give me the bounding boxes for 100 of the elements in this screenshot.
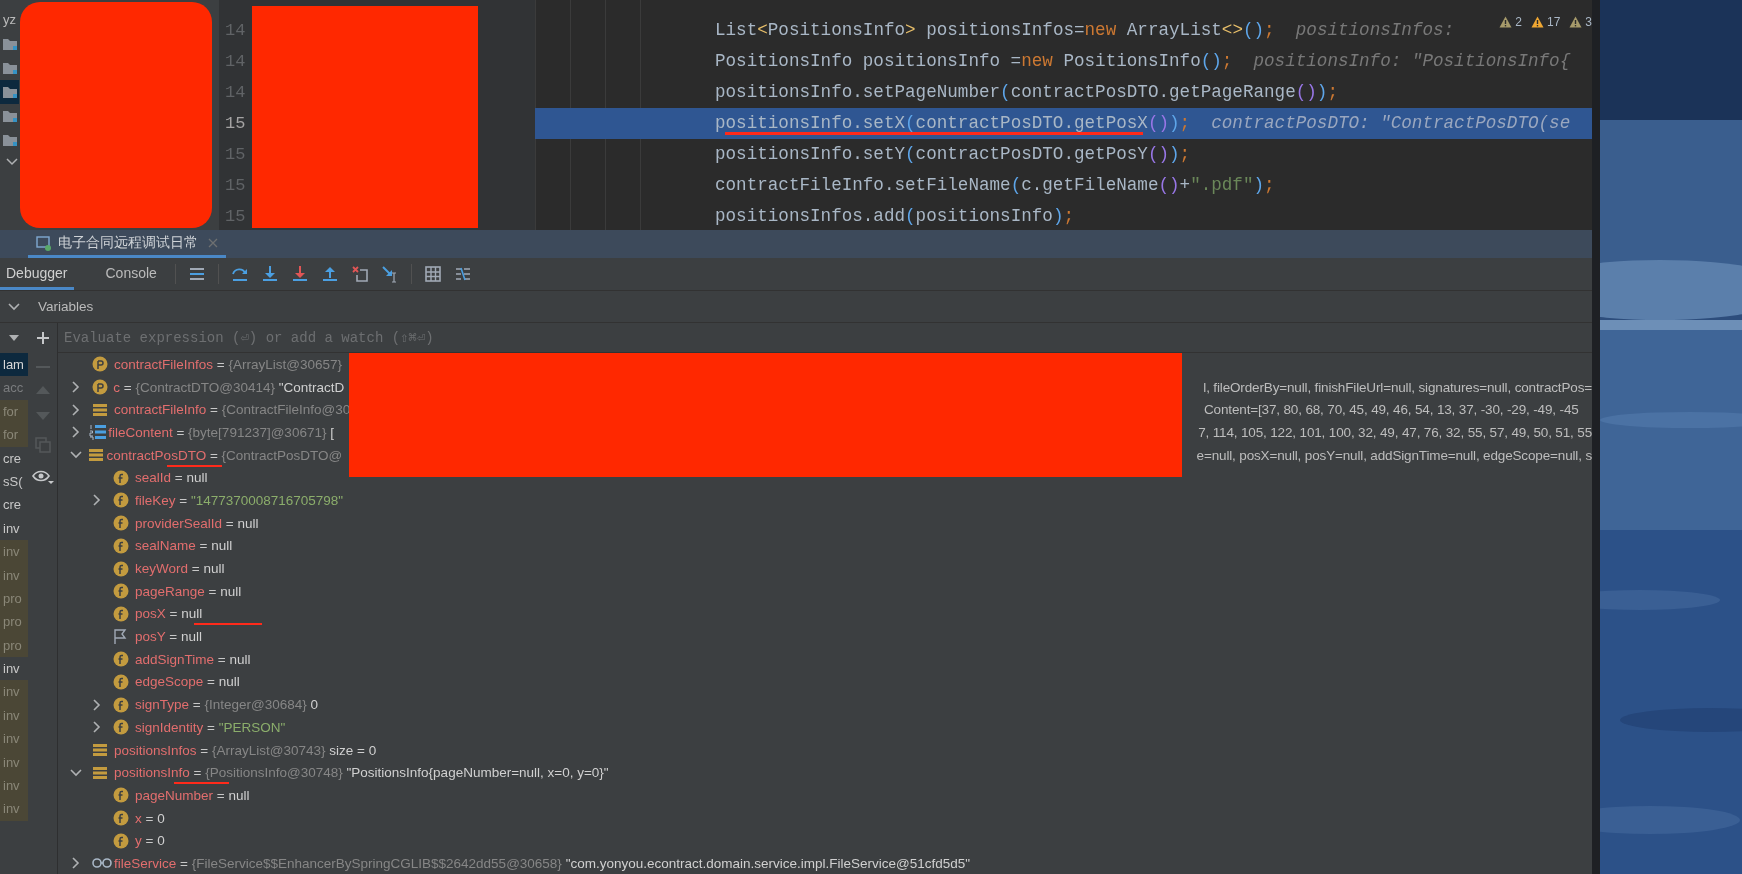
stack-frame[interactable]: lam (0, 353, 28, 377)
variable-entry[interactable]: sealId = null (135, 470, 208, 486)
list-icon[interactable] (187, 265, 206, 283)
variable-entry[interactable]: sealName = null (135, 538, 233, 554)
step-over-icon[interactable] (230, 265, 249, 283)
variable-entry[interactable]: positionsInfo = {PositionsInfo@30748} "PositionsInfo{pageNumber=null, x=0, y=0}" (114, 765, 609, 781)
chevron-right-icon[interactable] (91, 698, 103, 711)
field-icon (113, 469, 129, 486)
variable-entry[interactable]: pageRange = null (135, 583, 242, 599)
step-into-icon[interactable] (290, 265, 309, 283)
variable-entry[interactable]: edgeScope = null (135, 674, 240, 690)
glasses-icon (92, 857, 112, 870)
variable-entry[interactable]: posY = null (135, 629, 202, 645)
code-text: positionsInfo.setY(contractPosDTO.getPosY()); (715, 143, 1191, 166)
variable-entry[interactable]: keyWord = null (135, 561, 225, 577)
field-icon (113, 651, 129, 668)
tree-node-label[interactable]: yz (3, 12, 16, 27)
field-icon (113, 537, 129, 554)
step-out-icon[interactable] (320, 265, 339, 283)
trace-icon[interactable] (453, 265, 472, 283)
stack-icon (92, 765, 108, 780)
flag-icon (113, 628, 127, 645)
code-text: List<PositionsInfo> positionsInfos=new ArrayList<>(); (715, 19, 1275, 42)
folder-icon (3, 134, 17, 146)
stack-icon (92, 402, 108, 417)
field-icon (113, 810, 129, 827)
folder-icon (3, 110, 17, 122)
variable-entry[interactable]: contractFileInfo = {ContractFileInfo@30 (114, 402, 351, 418)
chevron-down-icon[interactable] (70, 766, 82, 779)
variable-entry[interactable]: addSignTime = null (135, 651, 251, 667)
chevron-right-icon[interactable] (91, 494, 103, 507)
variable-entry[interactable]: fileContent = {byte[791237]@30671} [ (108, 424, 334, 440)
field-icon (113, 492, 129, 509)
variable-entry[interactable]: y = 0 (135, 833, 165, 849)
variable-entry[interactable]: signIdentity = "PERSON" (135, 719, 286, 735)
stack-frame[interactable]: cre (0, 446, 28, 470)
dropdown-triangle-icon[interactable] (9, 335, 19, 341)
folder-icon (3, 38, 17, 50)
field-icon (113, 696, 129, 713)
variable-entry[interactable]: pageNumber = null (135, 787, 250, 803)
field-icon (113, 719, 129, 736)
parameter-icon (91, 379, 108, 396)
variable-value: e=null, posX=null, posY=null, addSignTime=null, edgeScope=null, s (1196, 447, 1592, 463)
panel-title: Variables (38, 299, 94, 314)
variable-entry[interactable]: positionsInfos = {ArrayList@30743} size = 0 (114, 742, 377, 758)
code-text: PositionsInfo positionsInfo =new PositionsInfo(); (715, 50, 1233, 73)
field-icon (113, 515, 129, 532)
variable-entry[interactable]: posX = null (135, 606, 203, 622)
variable-entry[interactable]: providerSealId = null (135, 515, 259, 531)
chevron-right-icon[interactable] (70, 403, 82, 416)
variable-entry[interactable]: signType = {Integer@30684} 0 (135, 697, 318, 713)
tree-row[interactable] (0, 80, 19, 104)
warning-count: 3 (1585, 15, 1592, 29)
variable-entry[interactable]: fileService = {FileService$$EnhancerBySpringCGLIB$$2642dd55@30658} "com.yonyou.econtract.domain.service.impl.FileService@51cfd5d5" (114, 855, 971, 871)
eye-icon[interactable] (31, 469, 54, 485)
variable-entry[interactable]: contractPosDTO = {ContractPosDTO@ (106, 447, 343, 463)
step-into-icon[interactable] (260, 265, 279, 283)
stack-frame[interactable]: cre (0, 493, 28, 517)
field-icon (113, 832, 129, 849)
field-icon (113, 583, 129, 600)
debugger-tab[interactable]: Console (99, 258, 163, 290)
code-text: positionsInfo.setPageNumber(contractPosDTO.getPageRange()); (715, 81, 1338, 104)
variable-entry[interactable]: contractFileInfos = {ArrayList@30657} (114, 356, 342, 372)
stack-frame[interactable]: inv (0, 516, 28, 541)
variable-entry[interactable]: c = {ContractDTO@30414} "ContractD (113, 379, 345, 395)
chevron-right-icon[interactable] (91, 721, 103, 734)
code-text: contractFileInfo.setFileName(c.getFileName()+".pdf"); (715, 174, 1275, 197)
variable-value: Content=[37, 80, 68, 70, 45, 49, 46, 54, 13, 37, -30, -29, -49, -45 (1204, 402, 1579, 418)
parameter-icon (92, 356, 108, 373)
debugger-tab[interactable]: Debugger (0, 258, 74, 290)
field-icon (113, 673, 129, 690)
field-icon (113, 605, 129, 622)
folder-icon (3, 62, 17, 74)
field-icon (113, 787, 129, 804)
calculator-icon[interactable] (423, 265, 442, 283)
run-to-cursor-icon[interactable] (380, 265, 399, 283)
code-text: positionsInfo.setX(contractPosDTO.getPosX()); (715, 112, 1191, 137)
chevron-down-icon[interactable] (8, 300, 20, 313)
variable-entry[interactable]: x = 0 (135, 810, 165, 826)
variable-entry[interactable]: fileKey = "1477370008716705798" (135, 492, 344, 508)
warning-count: 2 (1515, 15, 1522, 29)
inline-value-hint: contractPosDTO: "ContractPosDTO(se (1211, 112, 1571, 135)
chevron-down-icon (6, 158, 18, 166)
line-number: 15 (225, 113, 247, 135)
variable-value: l, fileOrderBy=null, finishFileUrl=null, signatures=null, contractPos= (1203, 379, 1592, 395)
inline-value-hint: positionsInfos: (1295, 19, 1455, 42)
drop-frame-icon[interactable] (350, 265, 369, 283)
config-icon (36, 234, 52, 251)
add-icon[interactable] (36, 332, 49, 344)
inline-value-hint: positionsInfo: "PositionsInfo{ (1253, 50, 1571, 73)
warning-count: 17 (1546, 15, 1561, 29)
chevron-right-icon[interactable] (70, 426, 82, 439)
chevron-right-icon[interactable] (70, 857, 82, 870)
variable-value: 7, 114, 105, 122, 101, 100, 32, 49, 47, 76, 32, 55, 57, 49, 50, 51, 55 (1198, 424, 1592, 440)
code-text: positionsInfos.add(positionsInfo); (715, 205, 1074, 228)
stack-icon (88, 448, 105, 463)
array-icon (89, 424, 108, 441)
chevron-right-icon[interactable] (70, 381, 82, 394)
stack-frame[interactable]: sS( (0, 469, 28, 494)
stack-frame[interactable]: inv (0, 657, 28, 681)
